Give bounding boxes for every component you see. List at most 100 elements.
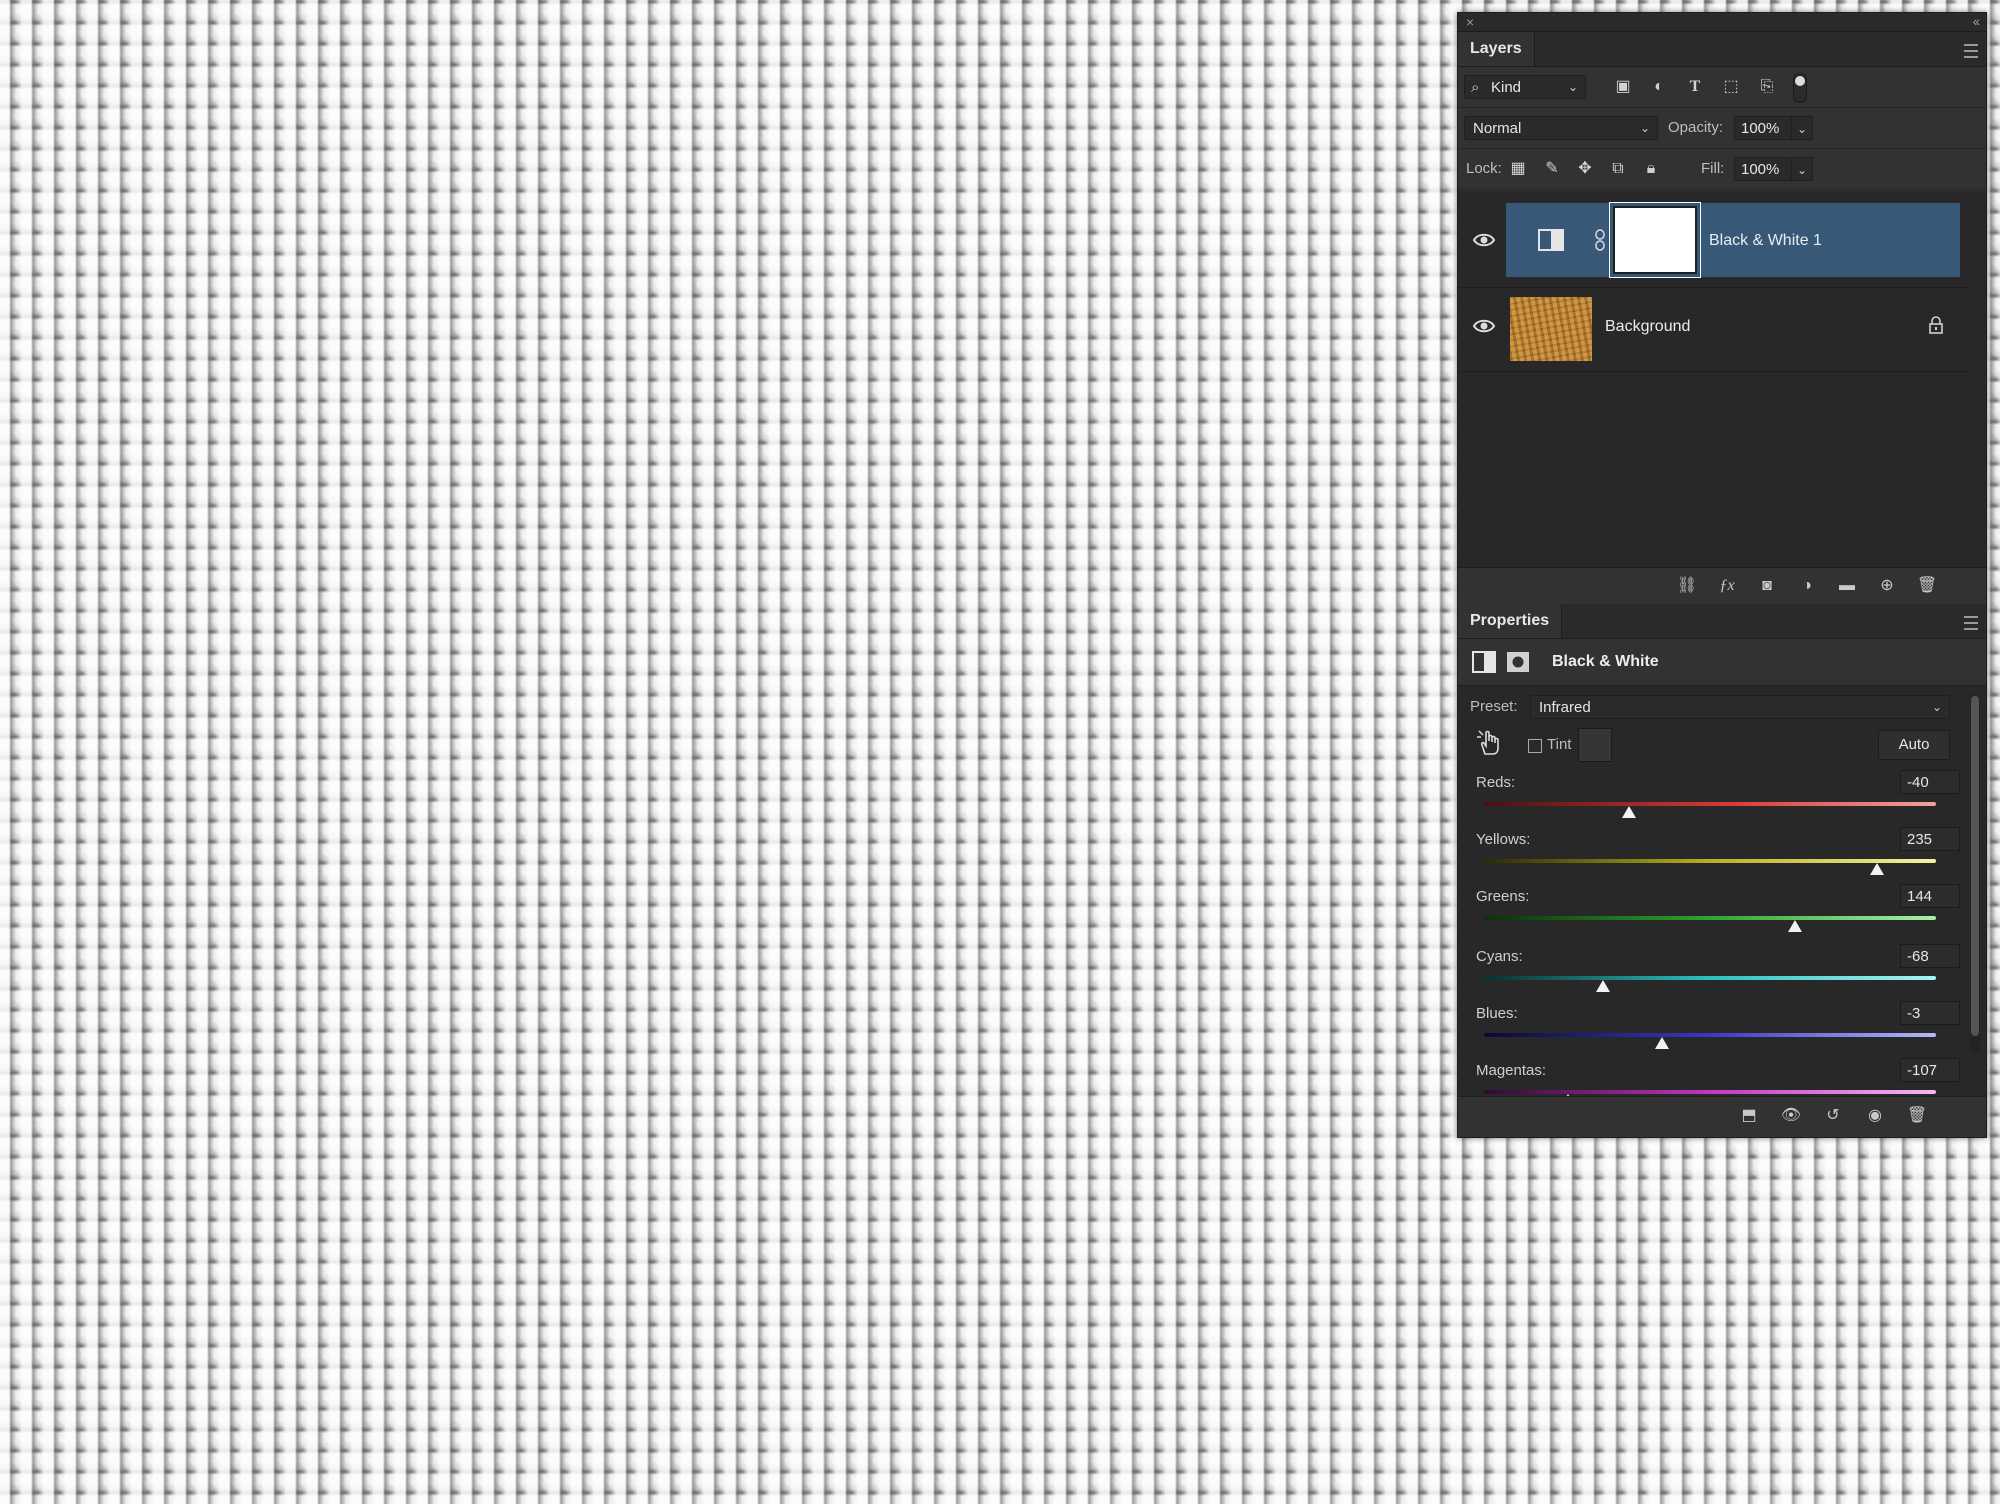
close-panel-icon[interactable]: × <box>1466 14 1474 30</box>
tint-label: Tint <box>1547 736 1572 753</box>
lock-row: Lock: ▦ ✎ ✥ ⧉ 🔒︎ Fill: 100% ⌄ <box>1458 149 1986 190</box>
layers-list: Black & White 1 Background <box>1458 191 1986 567</box>
lock-all-icon[interactable]: 🔒︎ <box>1641 159 1661 179</box>
layers-tabbar: Layers <box>1458 32 1986 67</box>
slider-value-input[interactable]: -3 <box>1900 1001 1960 1025</box>
slider-label: Reds: <box>1476 774 1516 791</box>
view-previous-icon[interactable]: 👁︎ <box>1780 1106 1802 1126</box>
tab-layers[interactable]: Layers <box>1458 32 1535 66</box>
properties-footer: ⬒ 👁︎ ↺ ◉ 🗑︎ <box>1458 1096 1986 1137</box>
eye-icon[interactable] <box>1472 228 1496 252</box>
filter-smartobject-icon[interactable]: ⎘ <box>1757 77 1777 97</box>
blend-row: Normal ⌄ Opacity: 100% ⌄ <box>1458 108 1986 149</box>
fill-chevron-icon[interactable]: ⌄ <box>1791 157 1813 181</box>
adjustment-layer-icon <box>1538 229 1564 251</box>
slider-track[interactable] <box>1484 1033 1936 1037</box>
tint-color-swatch[interactable] <box>1578 728 1612 762</box>
properties-menu-icon[interactable] <box>1964 616 1978 630</box>
preset-value: Infrared <box>1539 699 1591 716</box>
scrollbar[interactable] <box>1970 694 1980 1054</box>
layer-name[interactable]: Black & White 1 <box>1709 231 1822 251</box>
layer-row-background[interactable]: Background <box>1458 287 1970 372</box>
properties-header: Black & White <box>1458 639 1986 686</box>
layers-menu-icon[interactable] <box>1964 44 1978 58</box>
filter-shape-icon[interactable]: ⬚ <box>1721 77 1741 97</box>
slider-label: Magentas: <box>1476 1062 1547 1079</box>
new-group-icon[interactable]: ▬ <box>1836 576 1858 596</box>
slider-value-input[interactable]: -107 <box>1900 1058 1960 1082</box>
trash-icon[interactable]: 🗑︎ <box>1916 576 1938 596</box>
filter-kind-label: Kind <box>1491 79 1522 96</box>
mask-icon[interactable] <box>1506 651 1530 673</box>
layer-mask-thumbnail[interactable] <box>1609 202 1701 278</box>
chevron-down-icon: ⌄ <box>1567 80 1578 94</box>
properties-body: Preset: Infrared ⌄ Tint Auto Reds: -40 Y… <box>1458 686 1986 1106</box>
visibility-icon[interactable]: ◉ <box>1864 1106 1886 1126</box>
scrollbar-thumb[interactable] <box>1971 696 1979 1036</box>
trash-icon[interactable]: 🗑︎ <box>1906 1106 1928 1126</box>
slider-track[interactable] <box>1484 859 1936 863</box>
eye-icon[interactable] <box>1472 314 1496 338</box>
filter-toggle-switch[interactable] <box>1793 73 1807 103</box>
clip-to-layer-icon[interactable]: ⬒ <box>1738 1106 1760 1126</box>
filter-kind-dropdown[interactable]: ⌕ Kind ⌄ <box>1464 75 1586 99</box>
layers-footer: ⛓ ƒx ◙ ◑ ▬ ⊕ 🗑︎ <box>1458 567 1986 604</box>
hand-adjust-icon[interactable] <box>1476 728 1502 756</box>
layer-name[interactable]: Background <box>1605 317 1690 337</box>
preset-dropdown[interactable]: Infrared ⌄ <box>1530 695 1950 719</box>
collapse-panel-icon[interactable]: ‹‹ <box>1973 13 1980 29</box>
slider-knob[interactable] <box>1655 1037 1670 1049</box>
adjustment-icon[interactable] <box>1472 651 1496 673</box>
slider-track[interactable] <box>1484 976 1936 980</box>
blend-mode-dropdown[interactable]: Normal ⌄ <box>1464 116 1658 140</box>
lock-artboard-icon[interactable]: ⧉ <box>1608 159 1628 179</box>
search-icon: ⌕ <box>1471 79 1480 96</box>
auto-button[interactable]: Auto <box>1878 730 1950 760</box>
add-mask-icon[interactable]: ◙ <box>1756 576 1778 596</box>
opacity-chevron-icon[interactable]: ⌄ <box>1791 116 1813 140</box>
lock-icon <box>1929 316 1943 334</box>
slider-label: Cyans: <box>1476 948 1523 965</box>
filter-adjustment-icon[interactable]: ◐ <box>1649 77 1669 97</box>
slider-value-input[interactable]: 235 <box>1900 827 1960 851</box>
opacity-input[interactable]: 100% <box>1734 116 1792 140</box>
slider-label: Yellows: <box>1476 831 1531 848</box>
chevron-down-icon: ⌄ <box>1639 121 1650 135</box>
lock-transparent-icon[interactable]: ▦ <box>1508 159 1528 179</box>
slider-value-input[interactable]: -68 <box>1900 944 1960 968</box>
slider-knob[interactable] <box>1621 806 1636 818</box>
slider-value-input[interactable]: -40 <box>1900 770 1960 794</box>
tab-properties[interactable]: Properties <box>1458 604 1563 638</box>
fill-label: Fill: <box>1701 160 1725 177</box>
toggle-knob <box>1795 76 1805 86</box>
chevron-down-icon: ⌄ <box>1931 700 1942 714</box>
new-adjustment-icon[interactable]: ◑ <box>1796 576 1818 596</box>
filter-pixel-icon[interactable]: ▣ <box>1613 77 1633 97</box>
panel-dock: × ‹‹ Layers ⌕ Kind ⌄ ▣ ◐ T ⬚ ⎘ Normal ⌄ … <box>1457 12 1987 1138</box>
slider-knob[interactable] <box>1870 863 1885 875</box>
slider-label: Blues: <box>1476 1005 1518 1022</box>
lock-paint-icon[interactable]: ✎ <box>1542 159 1562 179</box>
panel-header-bar: × ‹‹ <box>1458 13 1986 32</box>
lock-move-icon[interactable]: ✥ <box>1575 159 1595 179</box>
adjustment-title: Black & White <box>1552 653 1659 670</box>
slider-track[interactable] <box>1484 1090 1936 1094</box>
fx-icon[interactable]: ƒx <box>1716 576 1738 596</box>
blend-mode-label: Normal <box>1473 120 1522 137</box>
new-layer-icon[interactable]: ⊕ <box>1876 576 1898 596</box>
tint-checkbox[interactable] <box>1528 739 1542 753</box>
opacity-label: Opacity: <box>1668 119 1724 136</box>
layers-filter-row: ⌕ Kind ⌄ ▣ ◐ T ⬚ ⎘ <box>1458 67 1986 108</box>
layer-row-black-white-1[interactable]: Black & White 1 <box>1458 202 1970 288</box>
slider-track[interactable] <box>1484 802 1936 806</box>
link-chain-icon[interactable] <box>1594 228 1606 252</box>
slider-knob[interactable] <box>1787 920 1802 932</box>
filter-type-icon[interactable]: T <box>1685 77 1705 97</box>
fill-input[interactable]: 100% <box>1734 157 1792 181</box>
link-layers-icon[interactable]: ⛓ <box>1676 576 1698 596</box>
reset-icon[interactable]: ↺ <box>1822 1106 1844 1126</box>
slider-value-input[interactable]: 144 <box>1900 884 1960 908</box>
slider-track[interactable] <box>1484 916 1936 920</box>
slider-knob[interactable] <box>1596 980 1611 992</box>
layer-thumbnail[interactable] <box>1510 297 1592 361</box>
